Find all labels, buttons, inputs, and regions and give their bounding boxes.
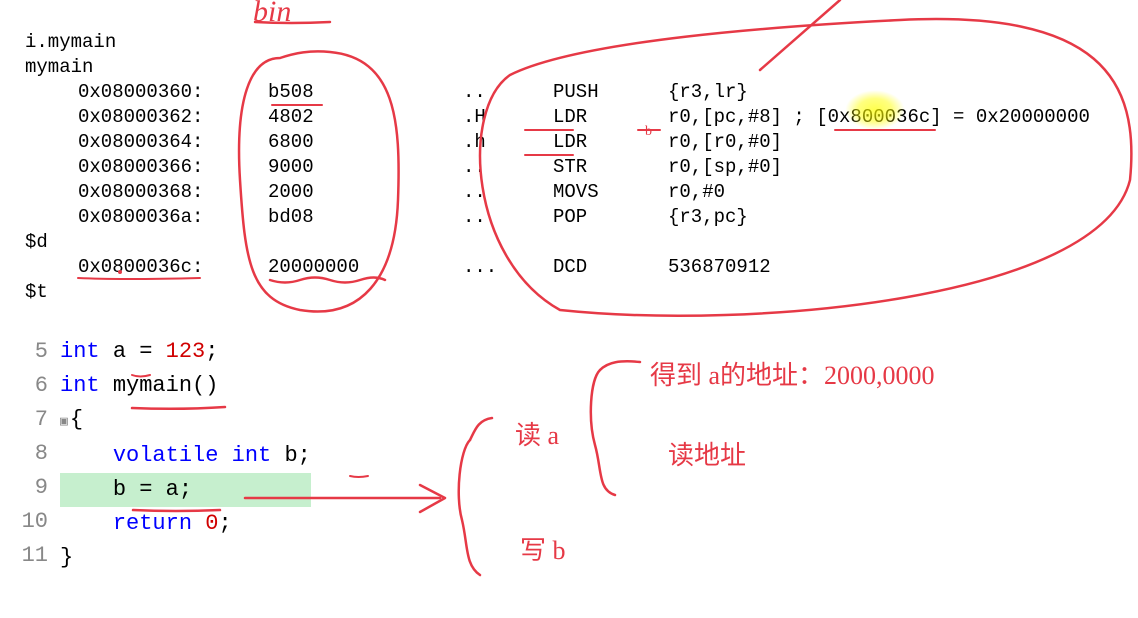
highlight-marker bbox=[845, 90, 905, 130]
mnemonic: DCD bbox=[553, 255, 668, 280]
section-label: i.mymain bbox=[25, 30, 1118, 55]
code-line[interactable]: return 0; bbox=[60, 507, 311, 541]
disasm-row: 0x08000360: b508 .. PUSH {r3,lr} bbox=[25, 80, 1118, 105]
operands: 536870912 bbox=[668, 255, 1118, 280]
operands: {r3,pc} bbox=[668, 205, 1118, 230]
code-token: 123 bbox=[166, 339, 206, 364]
mnemonic: PUSH bbox=[553, 80, 668, 105]
code-token bbox=[60, 477, 113, 502]
mnemonic: LDR bbox=[553, 105, 668, 130]
ascii: .. bbox=[463, 155, 553, 180]
section-label: $d bbox=[25, 230, 1118, 255]
source-editor[interactable]: 5 6 7 8 9 10 11 int a = 123;int mymain()… bbox=[0, 335, 1138, 575]
code-token bbox=[60, 443, 113, 468]
code-line[interactable]: ▣{ bbox=[60, 403, 311, 439]
section-label: $t bbox=[25, 280, 1118, 305]
disasm-row: 0x08000366: 9000 .. STR r0,[sp,#0] bbox=[25, 155, 1118, 180]
mnemonic: LDR bbox=[553, 130, 668, 155]
code-line[interactable]: int a = 123; bbox=[60, 335, 311, 369]
mnemonic: STR bbox=[553, 155, 668, 180]
code-token: b bbox=[113, 477, 139, 502]
mnemonic: MOVS bbox=[553, 180, 668, 205]
code-token: ; bbox=[205, 339, 218, 364]
address: 0x0800036a: bbox=[78, 205, 268, 230]
code-token: mymain bbox=[113, 373, 192, 398]
code-token: return bbox=[113, 511, 205, 536]
opcode: bd08 bbox=[268, 205, 463, 230]
disasm-row: 0x08000362: 4802 .H LDR r0,[pc,#8] ; [0x… bbox=[25, 105, 1118, 130]
opcode: 4802 bbox=[268, 105, 463, 130]
opcode: 6800 bbox=[268, 130, 463, 155]
ascii: .. bbox=[463, 80, 553, 105]
disasm-row: 0x0800036a: bd08 .. POP {r3,pc} bbox=[25, 205, 1118, 230]
address: 0x08000364: bbox=[78, 130, 268, 155]
ascii: .H bbox=[463, 105, 553, 130]
address: 0x08000362: bbox=[78, 105, 268, 130]
code-token: a bbox=[166, 477, 179, 502]
address: 0x0800036c: bbox=[78, 255, 268, 280]
code-token: = bbox=[139, 477, 165, 502]
ascii: .h bbox=[463, 130, 553, 155]
code-line[interactable]: b = a; bbox=[60, 473, 311, 507]
line-number-gutter: 5 6 7 8 9 10 11 bbox=[0, 335, 60, 575]
code-token bbox=[60, 511, 113, 536]
code-token: int bbox=[232, 443, 285, 468]
code-token: int bbox=[60, 373, 113, 398]
code-token: 0 bbox=[205, 511, 218, 536]
code-token: b bbox=[284, 443, 297, 468]
opcode: 20000000 bbox=[268, 255, 463, 280]
address: 0x08000368: bbox=[78, 180, 268, 205]
disasm-row: 0x08000368: 2000 .. MOVS r0,#0 bbox=[25, 180, 1118, 205]
code-line[interactable]: int mymain() bbox=[60, 369, 311, 403]
address: 0x08000360: bbox=[78, 80, 268, 105]
code-token: volatile bbox=[113, 443, 232, 468]
code-token: ; bbox=[298, 443, 311, 468]
code-token: { bbox=[70, 407, 83, 432]
symbol-label: mymain bbox=[25, 55, 1118, 80]
code-line[interactable]: } bbox=[60, 541, 311, 575]
disassembly-listing: i.mymain mymain 0x08000360: b508 .. PUSH… bbox=[0, 0, 1138, 315]
disasm-row: 0x08000364: 6800 .h LDR r0,[r0,#0] bbox=[25, 130, 1118, 155]
ascii: .. bbox=[463, 205, 553, 230]
code-token: a bbox=[113, 339, 139, 364]
code-token: ; bbox=[218, 511, 231, 536]
operands: r0,[r0,#0] bbox=[668, 130, 1118, 155]
code-token: = bbox=[139, 339, 165, 364]
opcode: 2000 bbox=[268, 180, 463, 205]
ascii: .. bbox=[463, 180, 553, 205]
mnemonic: POP bbox=[553, 205, 668, 230]
code-token: ; bbox=[179, 477, 192, 502]
operands: r0,#0 bbox=[668, 180, 1118, 205]
code-token: int bbox=[60, 339, 113, 364]
opcode: b508 bbox=[268, 80, 463, 105]
address: 0x08000366: bbox=[78, 155, 268, 180]
ascii: ... bbox=[463, 255, 553, 280]
code-line[interactable]: volatile int b; bbox=[60, 439, 311, 473]
code-content[interactable]: int a = 123;int mymain()▣{ volatile int … bbox=[60, 335, 311, 575]
fold-icon[interactable]: ▣ bbox=[60, 405, 68, 439]
disasm-data-row: 0x0800036c: 20000000 ... DCD 536870912 bbox=[25, 255, 1118, 280]
code-token: () bbox=[192, 373, 218, 398]
operands: r0,[sp,#0] bbox=[668, 155, 1118, 180]
opcode: 9000 bbox=[268, 155, 463, 180]
code-token: } bbox=[60, 545, 73, 570]
